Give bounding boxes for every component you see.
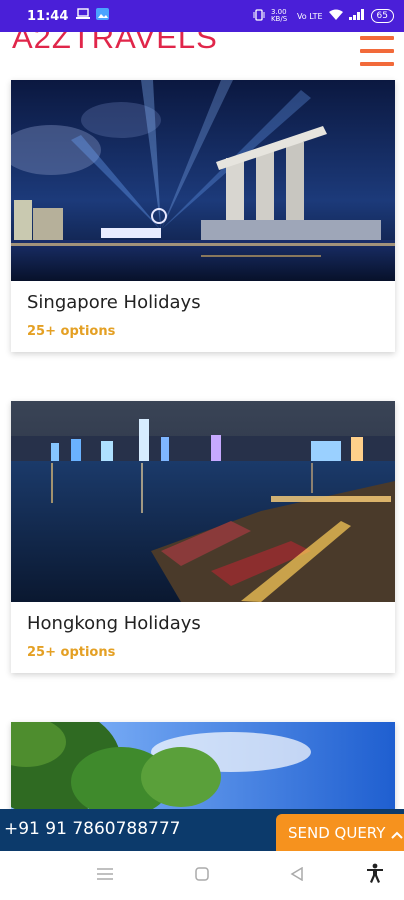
status-time: 11:44 bbox=[27, 8, 69, 24]
laptop-icon bbox=[76, 8, 91, 24]
status-bar: 11:44 3.00 KB/S Vo LTE 65 bbox=[0, 0, 404, 32]
status-indicators: 3.00 KB/S Vo LTE 65 bbox=[253, 9, 394, 24]
hongkong-harbour-night-image bbox=[11, 401, 395, 602]
card-title: Hongkong Holidays bbox=[27, 613, 201, 634]
battery-indicator: 65 bbox=[370, 9, 394, 23]
network-speed: 3.00 KB/S bbox=[270, 8, 288, 23]
phone-number-link[interactable]: +91 91 7860788777 bbox=[4, 819, 180, 839]
image-icon bbox=[96, 8, 110, 24]
vibrate-icon bbox=[253, 8, 265, 24]
menu-line bbox=[360, 36, 394, 40]
brand-logo[interactable]: A2ZTRAVELS bbox=[12, 32, 218, 56]
contact-bar: +91 91 7860788777 SEND QUERY bbox=[0, 809, 404, 852]
back-icon[interactable] bbox=[290, 865, 304, 886]
destination-card-singapore[interactable]: Singapore Holidays 25+ options bbox=[11, 80, 395, 352]
network-type: Vo LTE bbox=[296, 11, 323, 21]
send-query-label: SEND QUERY bbox=[288, 824, 386, 842]
hamburger-menu-icon[interactable] bbox=[360, 36, 394, 66]
system-navigation-bar bbox=[0, 851, 404, 900]
menu-line bbox=[360, 62, 394, 66]
wifi-icon bbox=[328, 9, 343, 23]
send-query-button[interactable]: SEND QUERY bbox=[276, 814, 404, 852]
card-options-count: 25+ options bbox=[27, 324, 116, 339]
accessibility-icon[interactable] bbox=[366, 863, 384, 888]
recent-apps-icon[interactable] bbox=[97, 865, 113, 886]
menu-line bbox=[360, 49, 394, 53]
home-icon[interactable] bbox=[195, 865, 209, 886]
signal-icon bbox=[348, 9, 365, 23]
chevron-up-icon bbox=[391, 824, 404, 843]
card-title: Singapore Holidays bbox=[27, 292, 201, 313]
card-options-count: 25+ options bbox=[27, 645, 116, 660]
app-header: A2ZTRAVELS bbox=[0, 32, 404, 80]
singapore-night-skyline-image bbox=[11, 80, 395, 281]
green-trees-blue-sky-image bbox=[11, 722, 395, 812]
destination-card-hongkong[interactable]: Hongkong Holidays 25+ options bbox=[11, 401, 395, 673]
